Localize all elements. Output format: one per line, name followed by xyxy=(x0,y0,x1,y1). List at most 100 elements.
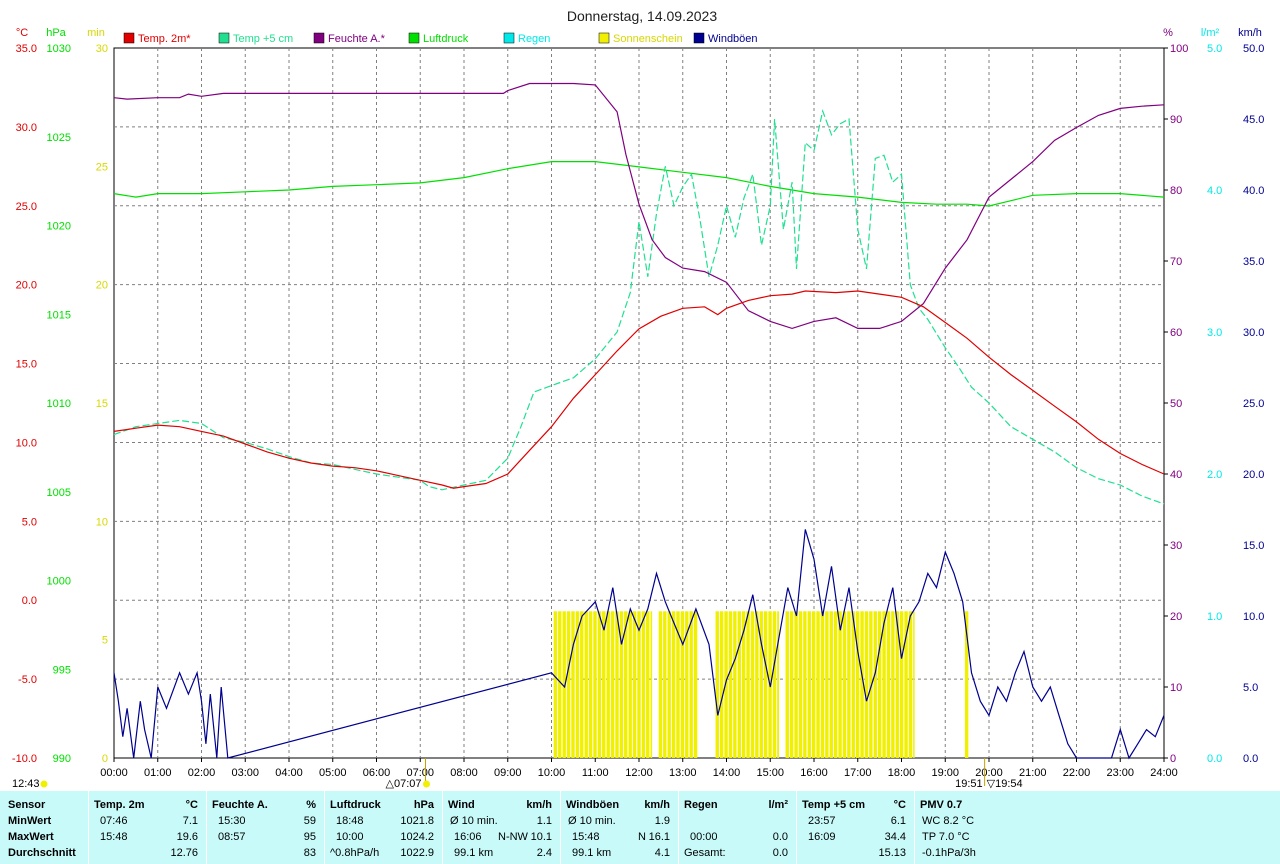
stats-row-sensor: Sensor xyxy=(8,799,46,811)
sunshine-bar xyxy=(571,611,575,758)
wind-tick-label: 45.0 xyxy=(1243,114,1264,126)
sunshine-bar xyxy=(882,611,886,758)
x-tick-label: 18:00 xyxy=(888,767,916,779)
legend-swatch xyxy=(218,32,230,44)
sunset-label: 19:51 xyxy=(955,778,983,790)
pressure-tick-label: 990 xyxy=(53,753,71,765)
legend: Temp. 2m* Temp +5 cm Feuchte A.* Luftdruck R… xyxy=(123,32,758,45)
sunshine-bar xyxy=(811,611,816,758)
x-tick-label: 11:00 xyxy=(582,767,609,779)
wind-tick-label: 35.0 xyxy=(1243,256,1264,268)
temp-tick-label: 25.0 xyxy=(16,201,37,213)
sunshine-bar xyxy=(750,611,755,758)
x-tick-label: 00:00 xyxy=(100,767,128,779)
x-tick-label: 21:00 xyxy=(1019,767,1047,779)
humidity-tick-label: 20 xyxy=(1170,611,1182,623)
temp-tick-label: -10.0 xyxy=(12,753,37,765)
stats-pressure: Luftdruck hPa 18:48 1021.8 10:00 1024.2 … xyxy=(330,799,434,859)
x-tick-label: 12:00 xyxy=(625,767,653,779)
humidity-tick-label: 100 xyxy=(1170,43,1188,55)
temp-tick-label: 30.0 xyxy=(16,122,37,134)
temp-tick-label: 0.0 xyxy=(22,595,37,607)
sunshine-bar xyxy=(777,611,779,758)
humidity-tick-label: 10 xyxy=(1170,682,1182,694)
x-tick-label: 24:00 xyxy=(1150,767,1178,779)
rain-tick-label: 3.0 xyxy=(1207,327,1222,339)
humidity-tick-label: 60 xyxy=(1170,327,1182,339)
stats-rain: Regen l/m² 00:00 0.0 Gesamt: 0.0 xyxy=(684,799,788,859)
sunshine-bar xyxy=(794,611,798,758)
wind-tick-label: 40.0 xyxy=(1243,185,1264,197)
temp-tick-label: 5.0 xyxy=(22,516,37,528)
wind-tick-label: 30.0 xyxy=(1243,327,1264,339)
chart-title: Donnerstag, 14.09.2023 xyxy=(567,8,717,24)
legend-label: Sonnenschein xyxy=(613,33,683,45)
left-unit-label: min xyxy=(87,27,105,39)
sun-tick-label: 30 xyxy=(96,43,108,55)
humidity-tick-label: 70 xyxy=(1170,256,1182,268)
sun-icon xyxy=(40,780,48,788)
sunshine-bar xyxy=(602,611,606,758)
sunshine-bar xyxy=(646,611,650,758)
x-tick-label: 10:00 xyxy=(538,767,566,779)
sunshine-bar xyxy=(913,611,915,758)
sun-tick-label: 25 xyxy=(96,161,108,173)
x-tick-label: 08:00 xyxy=(450,767,478,779)
sunshine-bar xyxy=(637,611,641,758)
sunshine-bar xyxy=(855,611,860,758)
wind-tick-label: 50.0 xyxy=(1243,43,1264,55)
pressure-tick-label: 1005 xyxy=(47,487,71,499)
legend-label: Temp. 2m* xyxy=(138,33,191,45)
sunshine-bar xyxy=(877,611,882,758)
sunrise-label: △07:07 xyxy=(386,778,422,790)
pressure-tick-label: 1030 xyxy=(47,43,71,55)
humidity-tick-label: 90 xyxy=(1170,114,1182,126)
sunshine-bar xyxy=(584,611,588,758)
sunshine-bar xyxy=(689,611,693,758)
legend-swatch xyxy=(693,32,705,44)
sunshine-bar xyxy=(597,611,602,758)
sunshine-bar xyxy=(785,611,789,758)
wind-tick-label: 0.0 xyxy=(1243,753,1258,765)
rain-tick-label: 5.0 xyxy=(1207,43,1222,55)
sunshine-bar xyxy=(719,611,724,758)
stats-row-max: MaxWert xyxy=(8,831,54,843)
wind-tick-label: 20.0 xyxy=(1243,469,1264,481)
sun-tick-label: 5 xyxy=(102,635,108,647)
right-unit-label: km/h xyxy=(1238,27,1262,39)
sunshine-bar xyxy=(798,611,803,758)
right-unit-label: l/m² xyxy=(1201,27,1220,39)
sunshine-bar xyxy=(615,611,619,758)
x-tick-label: 16:00 xyxy=(800,767,828,779)
sunshine-bar xyxy=(899,611,904,758)
temp-tick-label: 10.0 xyxy=(16,437,37,449)
sunshine-bar xyxy=(588,611,593,758)
weather-chart: Donnerstag, 14.09.2023 Temp. 2m* Temp +5 … xyxy=(12,8,1265,790)
sunshine-bar xyxy=(680,611,685,758)
sunshine-bar xyxy=(820,611,825,758)
sunshine-bar xyxy=(580,611,584,758)
sunshine-bar xyxy=(746,611,750,758)
sunshine-bar xyxy=(847,611,851,758)
sunshine-bar xyxy=(663,611,667,758)
sunshine-bar xyxy=(829,611,833,758)
wind-tick-label: 25.0 xyxy=(1243,398,1264,410)
sunshine-bar xyxy=(606,611,610,758)
stats-wind: Wind km/h Ø 10 min. 1.1 16:06 N-NW 10.1 … xyxy=(448,799,552,859)
x-tick-label: 13:00 xyxy=(669,767,697,779)
sunshine-bar xyxy=(891,611,895,758)
x-tick-label: 03:00 xyxy=(231,767,259,779)
stats-gusts: Windböen km/h Ø 10 min. 1.9 15:48 N 16.1… xyxy=(566,799,670,859)
sunshine-bar xyxy=(816,611,820,758)
sunshine-bar xyxy=(650,611,653,758)
sunshine-bar xyxy=(553,611,558,758)
legend-swatch xyxy=(313,32,325,44)
sunshine-bar xyxy=(864,611,869,758)
left-unit-label: °C xyxy=(16,27,28,39)
sunshine-bar xyxy=(833,611,838,758)
sunshine-bar xyxy=(838,611,842,758)
legend-swatch xyxy=(598,32,610,44)
x-axis-ticks: 00:00 01:00 02:00 03:00 04:00 05:00 06:00 07:00… xyxy=(100,758,1178,779)
pressure-tick-label: 1020 xyxy=(47,221,71,233)
sunshine-bar xyxy=(763,611,768,758)
